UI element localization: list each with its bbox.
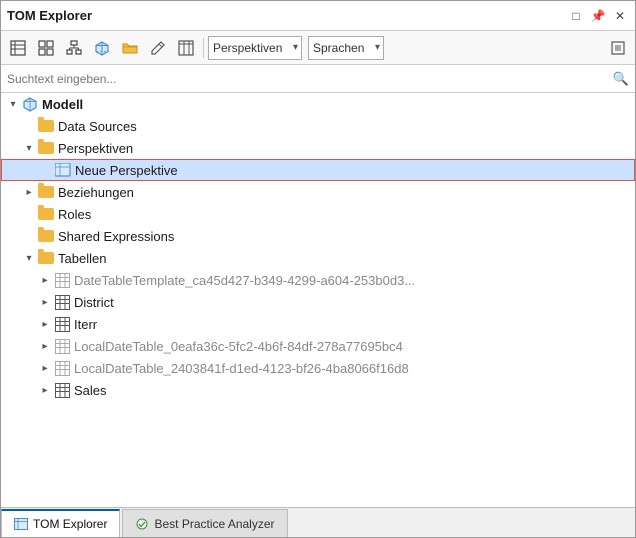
grid-icon-button[interactable] (33, 35, 59, 61)
localdate-0eafa-label: LocalDateTable_0eafa36c-5fc2-4b6f-84df-2… (74, 339, 403, 354)
tab-tom-explorer-icon (14, 517, 28, 531)
tree-node-neue-perspektive[interactable]: ▸ Neue Perspektive (1, 159, 635, 181)
search-input[interactable] (7, 72, 609, 86)
sprachen-select[interactable]: Sprachen (308, 36, 384, 60)
data-sources-label: Data Sources (58, 119, 137, 134)
table-datetable-icon (53, 271, 71, 289)
perspective-icon (54, 161, 72, 179)
perspektiven-label: Perspektiven (58, 141, 133, 156)
toolbar-separator (203, 38, 204, 58)
expand-arrow-sales: ▸ (37, 385, 53, 396)
dock-button[interactable] (605, 35, 631, 61)
tabellen-label: Tabellen (58, 251, 106, 266)
folder-shared-expressions-icon (37, 227, 55, 245)
tom-explorer-window: TOM Explorer □ 📌 ✕ (0, 0, 636, 538)
modell-label: Modell (42, 97, 83, 112)
folder-tabellen-icon (37, 249, 55, 267)
tree-node-shared-expressions[interactable]: ▸ Shared Expressions (1, 225, 635, 247)
tree-node-localdate-0eafa[interactable]: ▸ LocalDateTable_0eafa36c-5fc2-4b6f-84df… (1, 335, 635, 357)
tree-node-localdate-2403[interactable]: ▸ LocalDateTable_2403841f-d1ed-4123-bf26… (1, 357, 635, 379)
columns-icon-button[interactable] (173, 35, 199, 61)
district-label: District (74, 295, 114, 310)
toolbar: Perspektiven Sprachen (1, 31, 635, 65)
perspektiven-select[interactable]: Perspektiven (208, 36, 302, 60)
tree-node-modell[interactable]: ▾ Modell (1, 93, 635, 115)
table-localdate2403-icon (53, 359, 71, 377)
minimize-button[interactable]: □ (567, 7, 585, 25)
close-button[interactable]: ✕ (611, 7, 629, 25)
window-title: TOM Explorer (7, 8, 92, 23)
tree-node-district[interactable]: ▸ District (1, 291, 635, 313)
search-icon: 🔍 (613, 71, 629, 87)
tree-node-beziehungen[interactable]: ▸ Beziehungen (1, 181, 635, 203)
tab-bpa-icon (135, 517, 149, 531)
sales-label: Sales (74, 383, 107, 398)
folder-perspektiven-icon (37, 139, 55, 157)
folder-data-sources-icon (37, 117, 55, 135)
expand-arrow-data-sources: ▸ (21, 121, 37, 132)
localdate-2403-label: LocalDateTable_2403841f-d1ed-4123-bf26-4… (74, 361, 409, 376)
hierarchy-icon-button[interactable] (61, 35, 87, 61)
expand-arrow-shared-expressions: ▸ (21, 231, 37, 242)
modell-icon (21, 95, 39, 113)
tree-node-datetable[interactable]: ▸ DateTableTemplate_ca45d427-b349-4299-a… (1, 269, 635, 291)
tree-node-tabellen[interactable]: ▾ Tabellen (1, 247, 635, 269)
search-bar: 🔍 (1, 65, 635, 93)
expand-arrow-tabellen: ▾ (21, 253, 37, 264)
tree-node-item[interactable]: ▸ Iterr (1, 313, 635, 335)
expand-arrow-item: ▸ (37, 319, 53, 330)
tree-node-perspektiven[interactable]: ▾ Perspektiven (1, 137, 635, 159)
expand-arrow-neue-perspektive: ▸ (38, 165, 54, 176)
perspektiven-select-wrapper[interactable]: Perspektiven (208, 36, 302, 60)
title-controls: □ 📌 ✕ (567, 7, 629, 25)
cube-icon-button[interactable] (89, 35, 115, 61)
table-district-icon (53, 293, 71, 311)
datetable-label: DateTableTemplate_ca45d427-b349-4299-a60… (74, 273, 415, 288)
pin-button[interactable]: 📌 (589, 7, 607, 25)
tree-node-sales[interactable]: ▸ Sales (1, 379, 635, 401)
folder-icon-button[interactable] (117, 35, 143, 61)
tab-tom-explorer-label: TOM Explorer (33, 517, 107, 531)
table-icon-button[interactable] (5, 35, 31, 61)
expand-arrow-district: ▸ (37, 297, 53, 308)
shared-expressions-label: Shared Expressions (58, 229, 174, 244)
title-bar: TOM Explorer □ 📌 ✕ (1, 1, 635, 31)
table-item-icon (53, 315, 71, 333)
folder-beziehungen-icon (37, 183, 55, 201)
tab-bpa-label: Best Practice Analyzer (154, 517, 274, 531)
tab-tom-explorer[interactable]: TOM Explorer (1, 509, 120, 537)
beziehungen-label: Beziehungen (58, 185, 134, 200)
expand-arrow-modell: ▾ (5, 99, 21, 110)
tree-area: ▾ Modell ▸ Data Sources ▾ P (1, 93, 635, 507)
toolbar-right (605, 35, 631, 61)
table-sales-icon (53, 381, 71, 399)
expand-arrow-perspektiven: ▾ (21, 143, 37, 154)
expand-arrow-localdate-0eafa: ▸ (37, 341, 53, 352)
tree-node-data-sources[interactable]: ▸ Data Sources (1, 115, 635, 137)
table-localdate0eafa-icon (53, 337, 71, 355)
expand-arrow-beziehungen: ▸ (21, 187, 37, 198)
roles-label: Roles (58, 207, 91, 222)
expand-arrow-datetable: ▸ (37, 275, 53, 286)
tab-best-practice-analyzer[interactable]: Best Practice Analyzer (122, 509, 287, 537)
sprachen-select-wrapper[interactable]: Sprachen (308, 36, 384, 60)
tree-node-roles[interactable]: ▸ Roles (1, 203, 635, 225)
folder-roles-icon (37, 205, 55, 223)
neue-perspektive-label: Neue Perspektive (75, 163, 178, 178)
tab-bar: TOM Explorer Best Practice Analyzer (1, 507, 635, 537)
expand-arrow-localdate-2403: ▸ (37, 363, 53, 374)
expand-arrow-roles: ▸ (21, 209, 37, 220)
pencil-icon-button[interactable] (145, 35, 171, 61)
item-label: Iterr (74, 317, 97, 332)
